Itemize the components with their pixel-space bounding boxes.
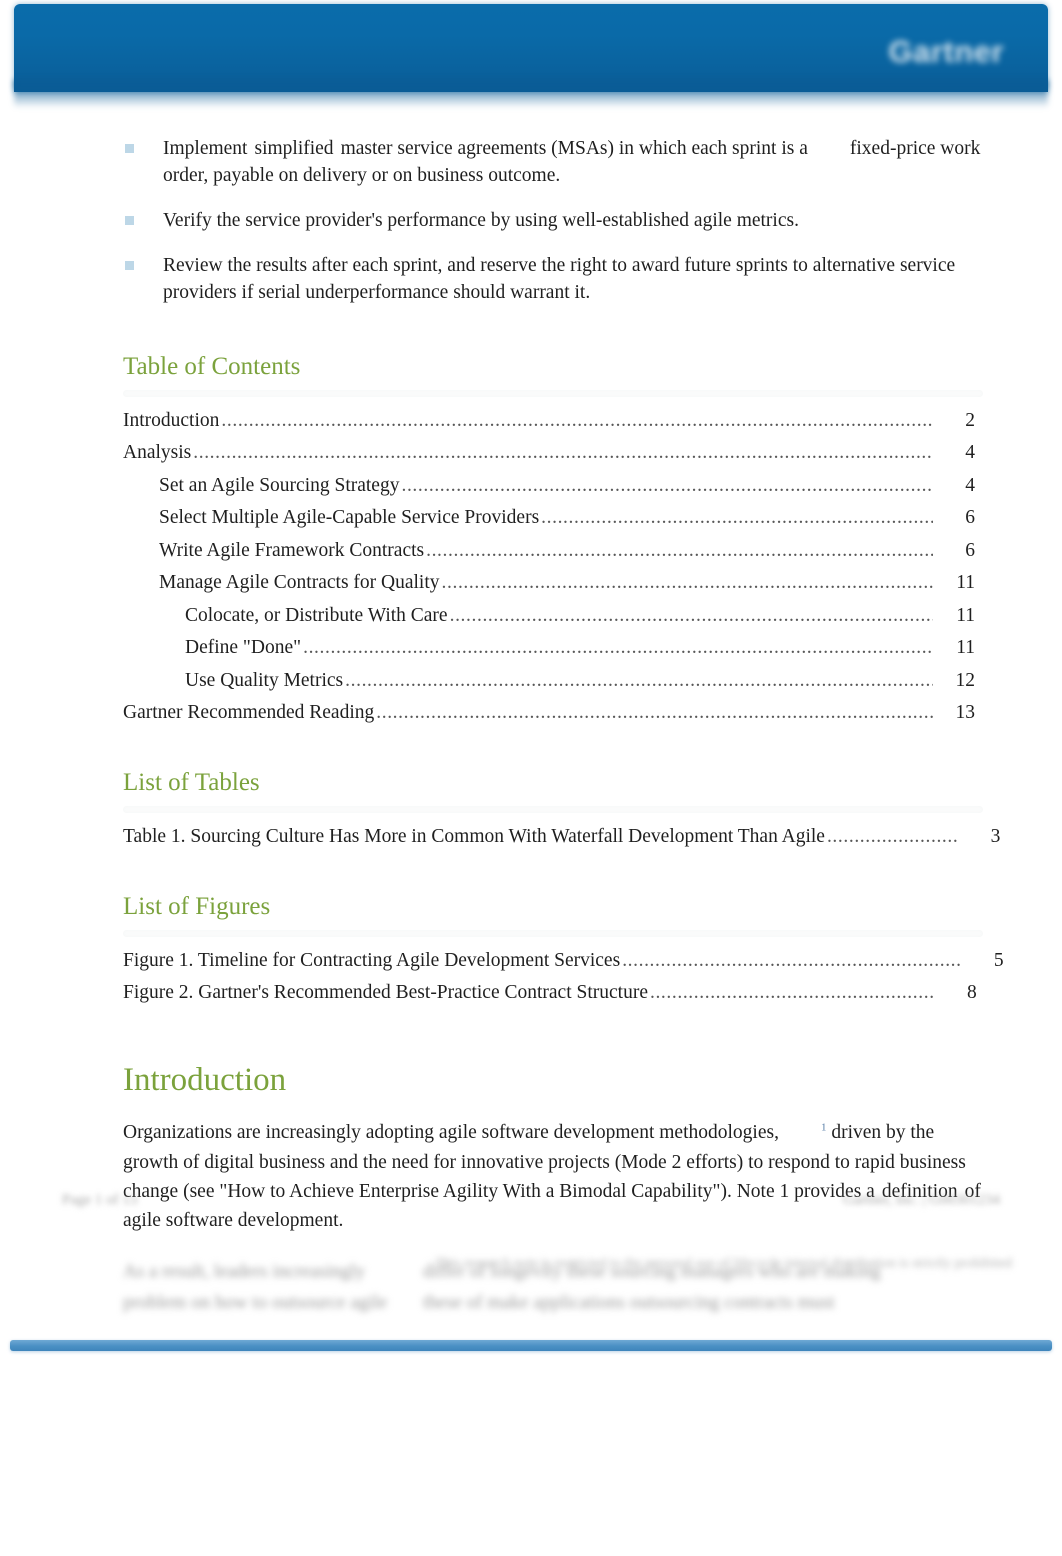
footnote-reference[interactable]: 1 (821, 1122, 827, 1134)
intro-text-a: Organizations are increasingly adopting … (123, 1122, 779, 1144)
bullet-text: Verify the service provider's performanc… (163, 209, 799, 231)
toc-entry-label: Manage Agile Contracts for Quality (159, 572, 440, 594)
toc-dot-leader: ........................................… (345, 670, 933, 691)
footer-accent-bar (10, 1340, 1052, 1351)
heading-divider (123, 929, 983, 937)
table-of-contents-list: Introduction ...........................… (123, 411, 983, 723)
page-content: Implement simplified master service agreem… (79, 136, 1004, 1318)
footer-legal-notice: This research note is restricted to the … (435, 1256, 1012, 1271)
toc-entry-gartner-recommended-reading[interactable]: Gartner Recommended Reading ............… (123, 703, 983, 723)
table-entry-label: Table 1. Sourcing Culture Has More in Co… (123, 826, 825, 848)
square-bullet-icon (125, 260, 134, 270)
footer-meta-row: Page 1 of 13 Gartner, Inc. | G00301234 (62, 1192, 1000, 1209)
toc-dot-leader: ........................................… (426, 540, 933, 561)
toc-entry-page: 13 (955, 702, 976, 724)
footer-page-number: Page 1 of 13 (62, 1192, 138, 1208)
list-of-figures-heading: List of Figures (123, 892, 271, 920)
list-of-figures-list: Figure 1. Timeline for Contracting Agile… (123, 949, 1004, 1003)
toc-dot-leader: ........................................… (449, 605, 933, 626)
table-entry-page: 3 (990, 826, 1001, 848)
toc-entry-page: 11 (956, 637, 975, 659)
heading-divider (123, 806, 983, 814)
page-footer: Page 1 of 13 Gartner, Inc. | G00301234 T… (0, 1192, 1062, 1392)
list-of-tables-section: List of Tables Table 1. Sourcing Culture… (123, 767, 1000, 848)
toc-dot-leader: ........................................… (376, 703, 933, 723)
toc-dot-leader: ........................................… (649, 983, 935, 1003)
toc-entry-define-done[interactable]: Define "Done" ..........................… (123, 638, 983, 658)
table-of-contents-heading: Table of Contents (123, 352, 301, 380)
introduction-heading: Introduction (123, 1061, 287, 1098)
toc-entry-label: Write Agile Framework Contracts (159, 539, 425, 561)
toc-dot-leader: ........................................… (622, 950, 962, 971)
list-of-tables-heading: List of Tables (123, 768, 260, 796)
toc-entry-write-agile-framework-contracts[interactable]: Write Agile Framework Contracts ........… (123, 541, 983, 561)
toc-entry-page: 4 (965, 442, 975, 464)
list-item[interactable]: Figure 1. Timeline for Contracting Agile… (123, 949, 1004, 971)
figure-entry-label: Figure 2. Gartner's Recommended Best-Pra… (123, 982, 648, 1004)
toc-entry-analysis[interactable]: Analysis ...............................… (123, 443, 983, 463)
figure-entry-label: Figure 1. Timeline for Contracting Agile… (123, 949, 621, 971)
toc-entry-page: 12 (955, 669, 976, 691)
footer-document-id: Gartner, Inc. | G00301234 (843, 1192, 1000, 1208)
toc-dot-leader: ........................ (826, 827, 959, 847)
document-page: Implement simplified master service agreem… (0, 108, 1062, 1318)
list-item: Verify the service provider's performanc… (123, 208, 983, 235)
toc-entry-page: 6 (965, 539, 975, 561)
toc-entry-set-an-agile-sourcing-strategy[interactable]: Set an Agile Sourcing Strategy .........… (123, 476, 983, 496)
header-fade-overlay (14, 80, 1048, 108)
toc-entry-page: 11 (956, 604, 975, 626)
toc-entry-introduction[interactable]: Introduction ...........................… (123, 411, 983, 431)
list-item: Implement simplified master service agreem… (123, 136, 983, 190)
page-header-banner: Gartner (0, 0, 1062, 108)
list-of-figures-section: List of Figures Figure 1. Timeline for C… (123, 891, 1004, 1003)
bullet-text-part2: simplified (254, 138, 334, 159)
toc-dot-leader: ........................................… (441, 573, 933, 593)
toc-entry-use-quality-metrics[interactable]: Use Quality Metrics ....................… (123, 671, 983, 691)
toc-dot-leader: ........................................… (401, 475, 933, 496)
toc-entry-manage-agile-contracts-for-quality[interactable]: Manage Agile Contracts for Quality .....… (123, 573, 983, 593)
toc-dot-leader: ........................................… (303, 638, 933, 658)
figure-entry-page: 8 (966, 982, 977, 1004)
list-item[interactable]: Figure 2. Gartner's Recommended Best-Pra… (123, 983, 983, 1003)
list-of-tables-list: Table 1. Sourcing Culture Has More in Co… (123, 826, 1000, 848)
toc-entry-label: Gartner Recommended Reading (123, 702, 375, 724)
toc-dot-leader: ........................................… (193, 443, 933, 463)
toc-entry-label: Analysis (123, 442, 192, 464)
bullet-text: Review the results after each sprint, an… (163, 254, 956, 303)
toc-entry-label: Colocate, or Distribute With Care (185, 604, 448, 626)
toc-entry-select-multiple-agile-capable-service-providers[interactable]: Select Multiple Agile-Capable Service Pr… (123, 508, 983, 528)
square-bullet-icon (125, 215, 134, 225)
recommendations-bullet-list: Implement simplified master service agreem… (123, 136, 983, 307)
toc-entry-label: Set an Agile Sourcing Strategy (159, 474, 400, 496)
list-item[interactable]: Table 1. Sourcing Culture Has More in Co… (123, 826, 1000, 848)
toc-entry-label: Define "Done" (185, 637, 302, 659)
figure-entry-page: 5 (993, 949, 1004, 971)
toc-entry-page: 6 (965, 507, 975, 529)
bullet-text-part1: Implement (163, 138, 248, 159)
square-bullet-icon (125, 144, 134, 153)
gartner-logo: Gartner (888, 34, 1004, 69)
table-of-contents-section: Table of Contents Introduction .........… (123, 351, 983, 723)
list-item: Review the results after each sprint, an… (123, 253, 983, 307)
heading-divider (123, 389, 983, 397)
toc-dot-leader: ........................................… (541, 508, 933, 528)
toc-entry-label: Introduction (123, 409, 220, 431)
bullet-text-part3: master service agreements (MSAs) in whic… (340, 138, 808, 159)
toc-entry-label: Select Multiple Agile-Capable Service Pr… (159, 507, 540, 529)
toc-entry-label: Use Quality Metrics (185, 669, 344, 691)
toc-entry-colocate-or-distribute-with-care[interactable]: Colocate, or Distribute With Care ......… (123, 606, 983, 626)
toc-entry-page: 4 (965, 474, 975, 496)
toc-entry-page: 11 (956, 572, 975, 594)
toc-dot-leader: ........................................… (221, 410, 933, 431)
toc-entry-page: 2 (965, 409, 975, 431)
